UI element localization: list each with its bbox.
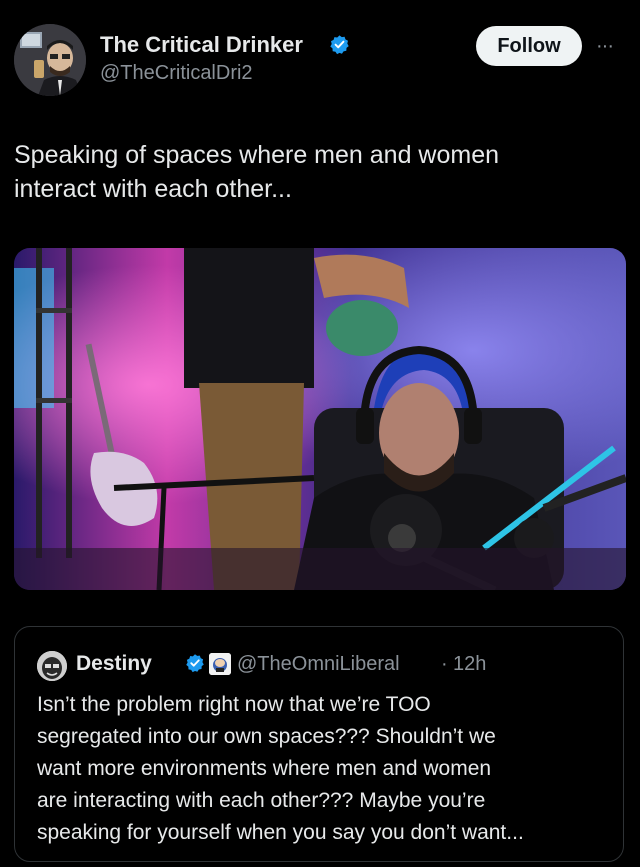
quoted-author-avatar[interactable]: [37, 651, 67, 681]
quoted-timestamp[interactable]: 12h: [453, 653, 486, 676]
tweet-card: The Critical Drinker @TheCriticalDri2 Fo…: [0, 0, 640, 867]
quoted-tweet[interactable]: Destiny @TheOmniLiberal · 12h Isn’t the …: [14, 626, 624, 862]
affiliate-badge-icon: [209, 653, 231, 675]
quoted-author-handle[interactable]: @TheOmniLiberal: [237, 653, 400, 676]
verified-badge-icon: [330, 35, 349, 55]
tweet-text: Speaking of spaces where men and women i…: [14, 138, 614, 206]
quoted-text-line: are interacting with each other??? Maybe…: [37, 789, 486, 812]
author-avatar[interactable]: [14, 24, 86, 96]
affiliate-badge-image: [209, 653, 231, 675]
quoted-tweet-text: Isn’t the problem right now that we’re T…: [37, 689, 617, 849]
video-thumbnail-image: [14, 248, 626, 590]
tweet-text-line: interact with each other...: [14, 175, 292, 203]
quoted-text-line: speaking for yourself when you say you d…: [37, 821, 524, 844]
author-name[interactable]: The Critical Drinker: [100, 32, 303, 58]
quoted-verified-badge-icon: [186, 654, 204, 673]
tweet-media-video[interactable]: [14, 248, 626, 590]
tweet-text-line: Speaking of spaces where men and women: [14, 141, 500, 169]
quoted-meta-separator: ·: [441, 653, 448, 675]
quoted-text-line: Isn’t the problem right now that we’re T…: [37, 693, 431, 716]
quoted-avatar-image: [37, 651, 67, 681]
quoted-text-line: segregated into our own spaces??? Should…: [37, 725, 496, 748]
author-avatar-image: [14, 24, 86, 96]
more-options-icon[interactable]: ···: [596, 36, 622, 56]
author-handle[interactable]: @TheCriticalDri2: [100, 62, 253, 85]
quoted-text-line: want more environments where men and wom…: [37, 757, 492, 780]
quoted-author-name[interactable]: Destiny: [76, 652, 152, 676]
follow-button[interactable]: Follow: [476, 26, 582, 66]
